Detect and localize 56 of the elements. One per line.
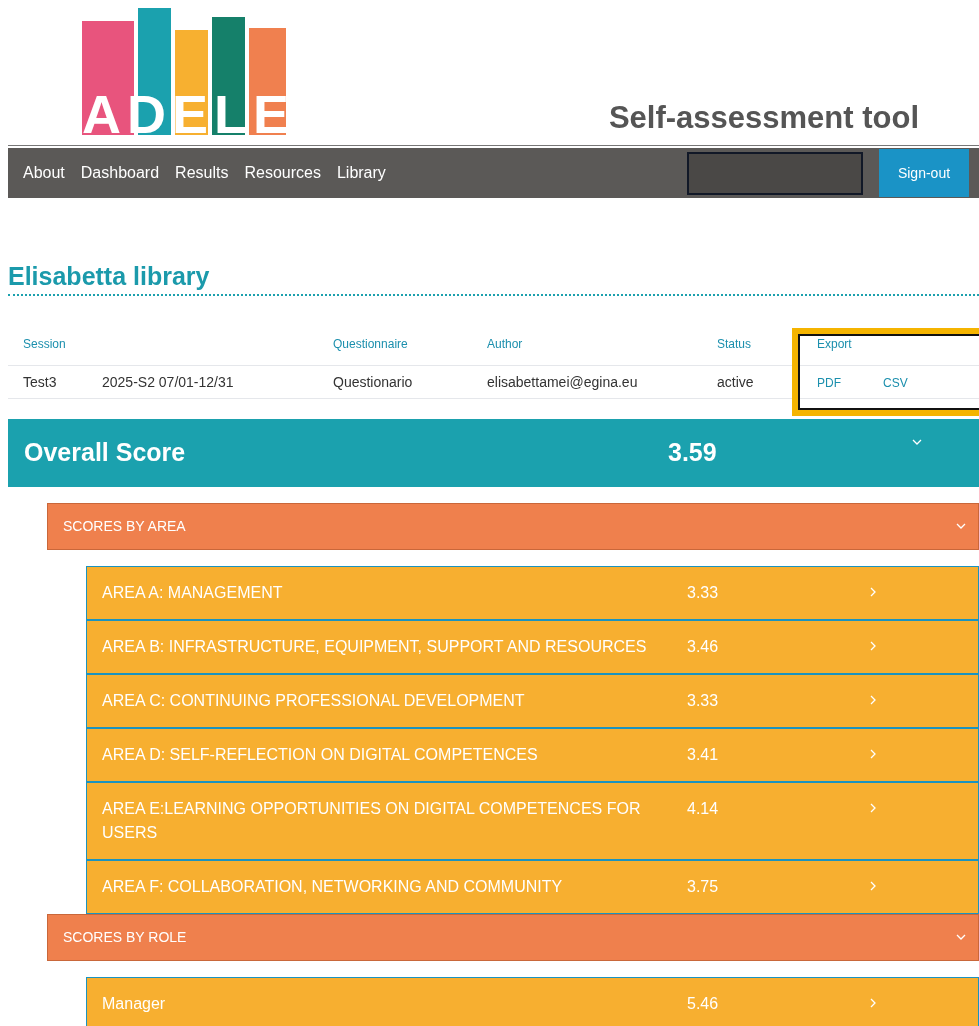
score-row[interactable]: AREA E:LEARNING OPPORTUNITIES ON DIGITAL COMPETENCES FOR USERS 4.14 [86, 782, 979, 860]
table-cell: Test3 [23, 373, 57, 390]
column-header: Author [487, 337, 523, 351]
overall-score-bar[interactable]: Overall Score 3.59 [8, 419, 979, 487]
row-label: AREA D: SELF-REFLECTION ON DIGITAL COMPETENCES [102, 745, 539, 765]
page-title: Elisabetta library [8, 261, 211, 292]
row-score: 3.41 [687, 745, 720, 765]
score-row[interactable]: AREA F: COLLABORATION, NETWORKING AND COMMUNITY 3.75 [86, 860, 979, 914]
nav-link[interactable]: Resources [244, 161, 321, 185]
chevron-right-icon [870, 695, 876, 705]
table-cell: active [717, 373, 754, 390]
row-score: 3.46 [687, 637, 720, 657]
chevron-right-icon [870, 803, 876, 813]
export-link[interactable]: CSV [883, 375, 908, 390]
column-header: Status [717, 337, 752, 351]
score-row[interactable]: AREA A: MANAGEMENT 3.33 [86, 566, 979, 620]
nav-link[interactable]: Dashboard [80, 161, 160, 185]
app-title: Self-assessment tool [608, 98, 919, 137]
section-header[interactable]: SCORES BY AREA [47, 503, 979, 550]
score-row[interactable]: AREA C: CONTINUING PROFESSIONAL DEVELOPMENT 3.33 [86, 674, 979, 728]
score-row[interactable]: Manager 5.46 [86, 977, 979, 1026]
column-header: Session [23, 337, 66, 351]
overall-score-label: Overall Score [23, 437, 187, 469]
row-label: AREA C: CONTINUING PROFESSIONAL DEVELOPMENT [102, 691, 526, 711]
column-header: Questionnaire [333, 337, 408, 351]
section-header[interactable]: SCORES BY ROLE [47, 914, 979, 961]
row-label: AREA E:LEARNING OPPORTUNITIES ON DIGITAL COMPETENCES FOR USERS [102, 799, 642, 843]
chevron-right-icon [870, 881, 876, 891]
nav-link[interactable]: About [23, 161, 65, 185]
row-label: AREA B: INFRASTRUCTURE, EQUIPMENT, SUPPORT AND RESOURCES [102, 637, 648, 657]
overall-score-value: 3.59 [668, 437, 718, 469]
section-title: SCORES BY AREA [63, 517, 186, 536]
score-row[interactable]: AREA D: SELF-REFLECTION ON DIGITAL COMPETENCES 3.41 [86, 728, 979, 782]
nav-link[interactable]: Library [336, 161, 386, 185]
row-score: 3.33 [687, 583, 720, 603]
chevron-right-icon [870, 749, 876, 759]
search-field[interactable] [687, 151, 863, 195]
score-row[interactable]: AREA B: INFRASTRUCTURE, EQUIPMENT, SUPPORT AND RESOURCES 3.46 [86, 620, 979, 674]
row-score: 4.14 [687, 799, 720, 819]
table-cell: Questionario [333, 373, 413, 390]
export-link[interactable]: PDF [817, 375, 841, 390]
row-label: AREA A: MANAGEMENT [102, 583, 284, 603]
section-title: SCORES BY ROLE [63, 928, 187, 947]
nav-link[interactable]: Results [175, 161, 229, 185]
chevron-right-icon [870, 998, 876, 1008]
column-header: Export [817, 337, 852, 351]
chevron-right-icon [870, 587, 876, 597]
sign-out-button[interactable]: Sign-out [879, 149, 969, 197]
row-score: 3.75 [687, 877, 720, 897]
row-label: AREA F: COLLABORATION, NETWORKING AND COMMUNITY [102, 877, 564, 897]
row-score: 5.46 [687, 994, 720, 1014]
row-label: Manager [102, 994, 167, 1014]
table-cell: 2025-S2 07/01-12/31 [102, 373, 234, 390]
table-cell: elisabettamei@egina.eu [487, 373, 638, 390]
chevron-right-icon [870, 641, 876, 651]
row-score: 3.33 [687, 691, 720, 711]
